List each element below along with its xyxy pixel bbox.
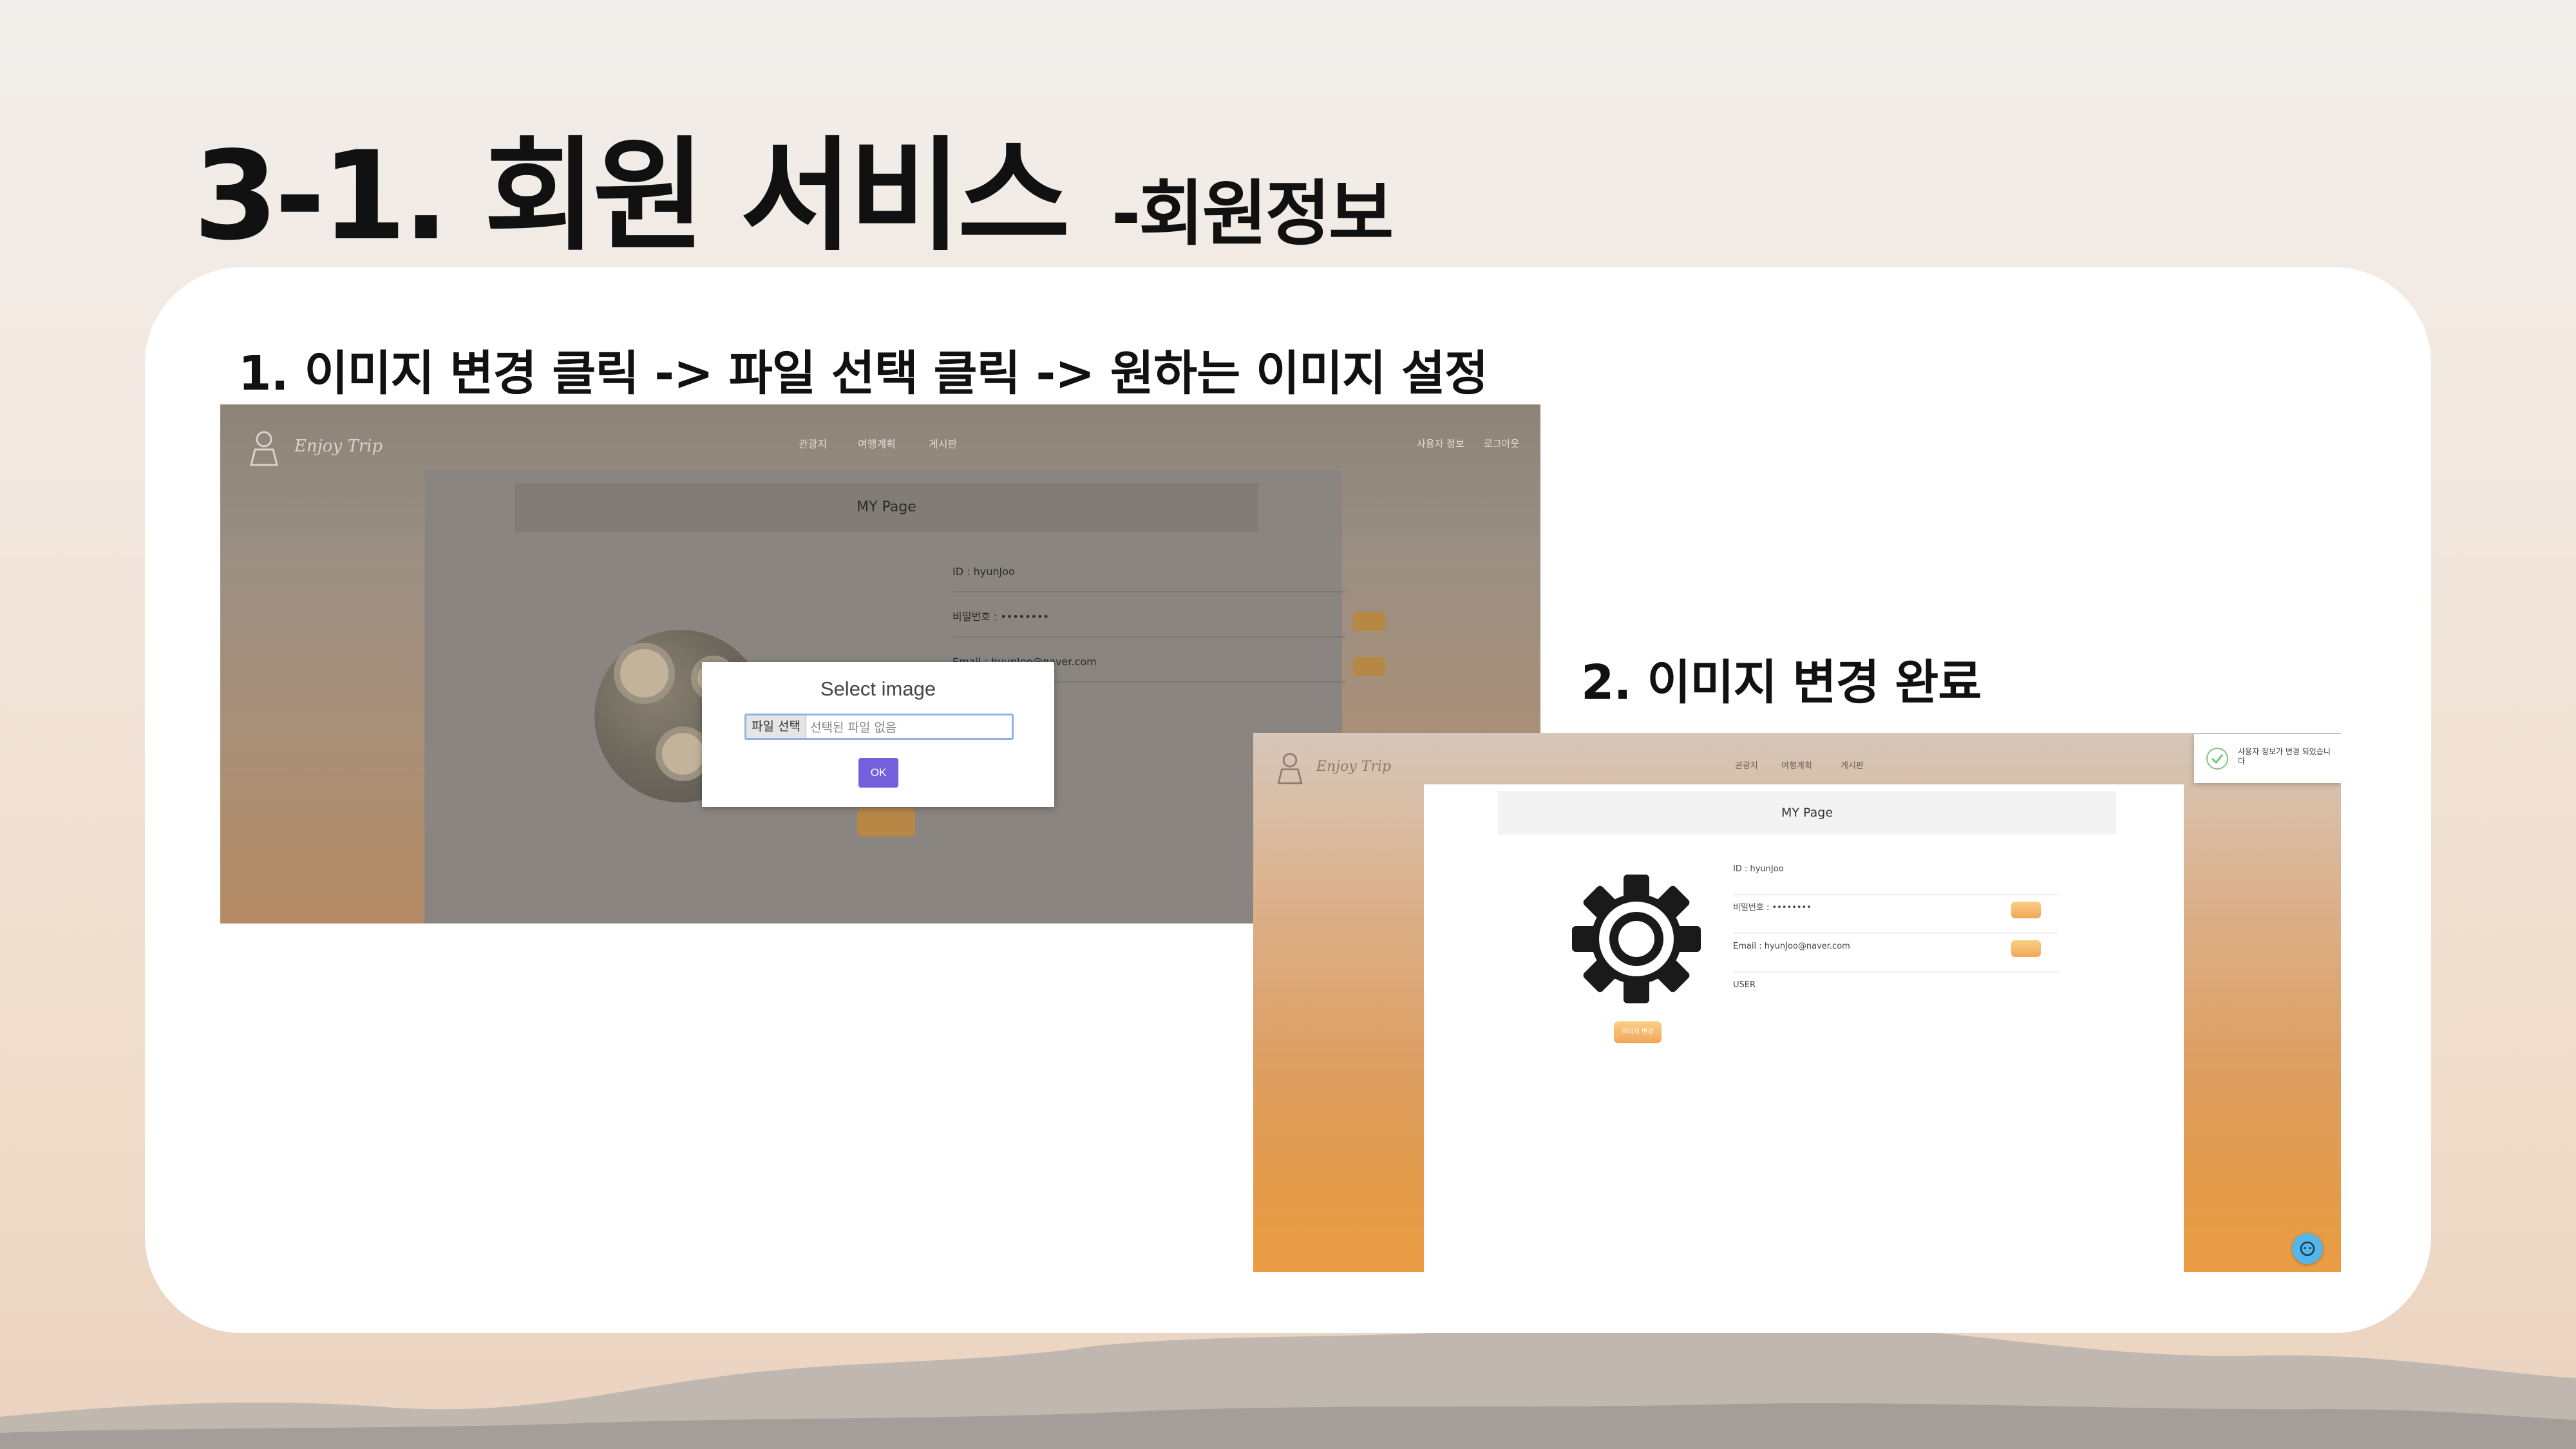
screenshot-image-changed: Enjoy Trip 관광지 여행계획 게시판 MY Page ID : hyu…	[1253, 733, 2341, 1272]
nav-plan[interactable]: 여행계획	[1781, 759, 1812, 771]
change-image-button[interactable]: 이미지 변경	[1614, 1021, 1662, 1043]
nav-user-info[interactable]: 사용자 정보	[1417, 437, 1464, 450]
mypage-title: MY Page	[515, 483, 1258, 532]
password-edit-button[interactable]	[2011, 902, 2041, 918]
mypage-panel: MY Page ID : hyunJoo 비밀번호 : •••••••• Ema…	[1424, 784, 2184, 1272]
toast-message: 사용자 정보가 변경 되었습니다	[2238, 747, 2331, 766]
success-toast: 사용자 정보가 변경 되었습니다	[2194, 734, 2341, 783]
nav-board[interactable]: 게시판	[929, 435, 957, 451]
password-row: 비밀번호 : ••••••••	[1733, 895, 2058, 934]
nav-plan[interactable]: 여행계획	[858, 435, 896, 451]
file-input[interactable]: 파일 선택 선택된 파일 없음	[744, 714, 1014, 740]
id-row: ID : hyunJoo	[1733, 857, 2058, 895]
nav-tour[interactable]: 관광지	[799, 435, 827, 451]
nav-board[interactable]: 게시판	[1841, 759, 1864, 771]
gear-icon	[1572, 875, 1701, 1003]
step2-caption: 2. 이미지 변경 완료	[1581, 655, 1982, 710]
email-edit-button[interactable]	[2011, 940, 2041, 957]
select-image-dialog: Select image 파일 선택 선택된 파일 없음 OK	[702, 662, 1054, 807]
mountain-silhouette	[0, 1327, 2576, 1449]
file-none-text: 선택된 파일 없음	[810, 721, 897, 735]
slide-title: 3-1. 회원 서비스 -회원정보	[193, 97, 1394, 274]
slide-title-sub: -회원정보	[1111, 173, 1394, 255]
app-logo-text[interactable]: Enjoy Trip	[1316, 759, 1391, 775]
logo-icon	[1277, 753, 1303, 784]
ok-button[interactable]: OK	[858, 758, 898, 788]
dialog-title: Select image	[820, 677, 936, 700]
email-row: Email : hyunJoo@naver.com	[1733, 934, 2058, 972]
email-edit-button[interactable]	[1353, 657, 1385, 676]
slide-title-main: 3-1. 회원 서비스	[193, 125, 1070, 267]
change-image-button[interactable]	[857, 808, 915, 837]
logo-icon	[250, 431, 278, 466]
chat-icon	[2300, 1241, 2315, 1256]
check-circle-icon	[2206, 748, 2228, 770]
id-row: ID : hyunJoo	[952, 553, 1345, 592]
nav-tour[interactable]: 관광지	[1735, 759, 1758, 771]
role-row: USER	[1733, 980, 1756, 990]
step1-caption: 1. 이미지 변경 클릭 -> 파일 선택 클릭 -> 원하는 이미지 설정	[238, 346, 1488, 401]
mypage-title: MY Page	[1498, 791, 2116, 835]
chat-button[interactable]	[2292, 1233, 2323, 1264]
password-edit-button[interactable]	[1353, 612, 1385, 631]
file-select-button[interactable]: 파일 선택	[746, 715, 806, 738]
nav-logout[interactable]: 로그아웃	[1484, 437, 1519, 450]
app-logo-text[interactable]: Enjoy Trip	[294, 437, 383, 456]
password-row: 비밀번호 : ••••••••	[952, 598, 1345, 638]
